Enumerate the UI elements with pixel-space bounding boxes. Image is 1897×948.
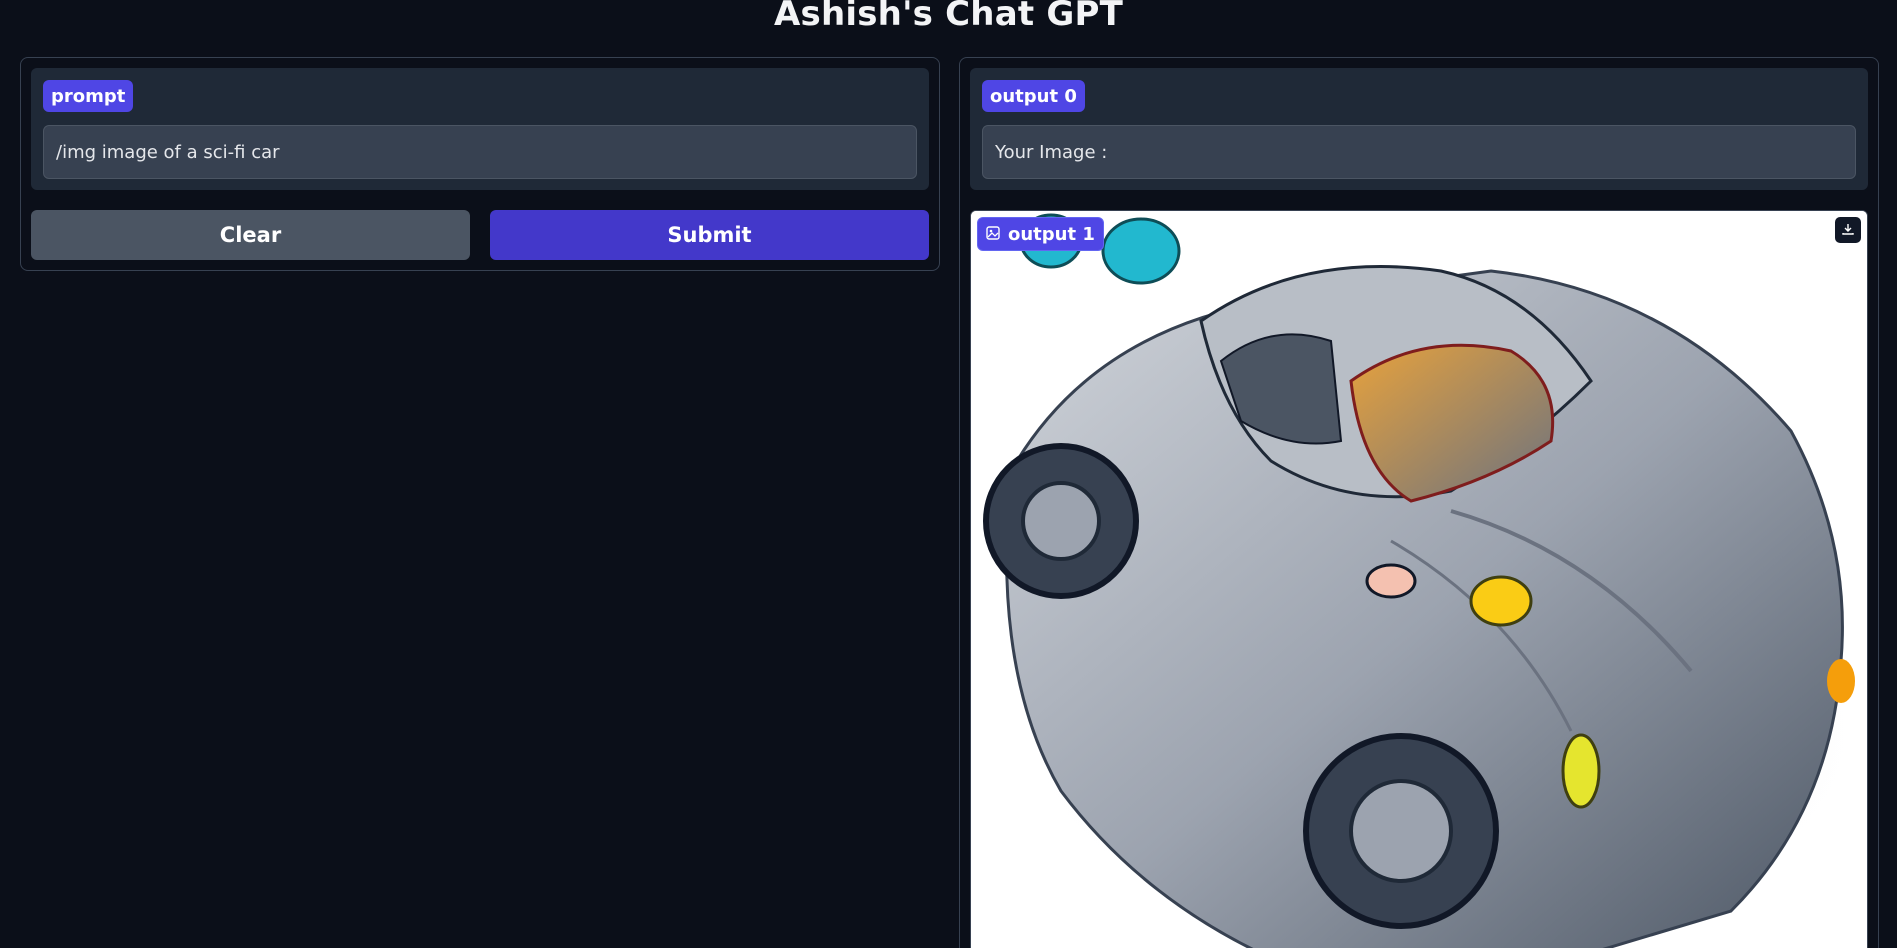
prompt-input[interactable]: /img image of a sci-fi car <box>43 125 917 179</box>
input-panel: prompt /img image of a sci-fi car Clear … <box>20 57 940 271</box>
output-image-block: output 1 <box>970 210 1868 948</box>
output-0-label: output 0 <box>982 80 1085 112</box>
page-title: Ashish's Chat GPT <box>774 0 1123 34</box>
output-0-field[interactable]: Your Image : <box>982 125 1856 179</box>
prompt-block: prompt /img image of a sci-fi car <box>31 68 929 190</box>
image-icon <box>986 224 1000 245</box>
output-1-label: output 1 <box>977 217 1104 251</box>
prompt-label: prompt <box>43 80 134 112</box>
output-panel: output 0 Your Image : output 1 <box>959 57 1879 948</box>
output-text-block: output 0 Your Image : <box>970 68 1868 190</box>
download-button[interactable] <box>1835 217 1861 243</box>
prompt-input-value: /img image of a sci-fi car <box>56 141 280 163</box>
output-0-value: Your Image : <box>995 141 1108 163</box>
app-root: Ashish's Chat GPT prompt /img image of a… <box>0 0 1897 948</box>
output-1-label-text: output 1 <box>1008 223 1095 245</box>
clear-button[interactable]: Clear <box>31 210 470 260</box>
submit-button[interactable]: Submit <box>490 210 929 260</box>
download-icon <box>1841 221 1855 240</box>
generated-car-image <box>971 211 1867 948</box>
